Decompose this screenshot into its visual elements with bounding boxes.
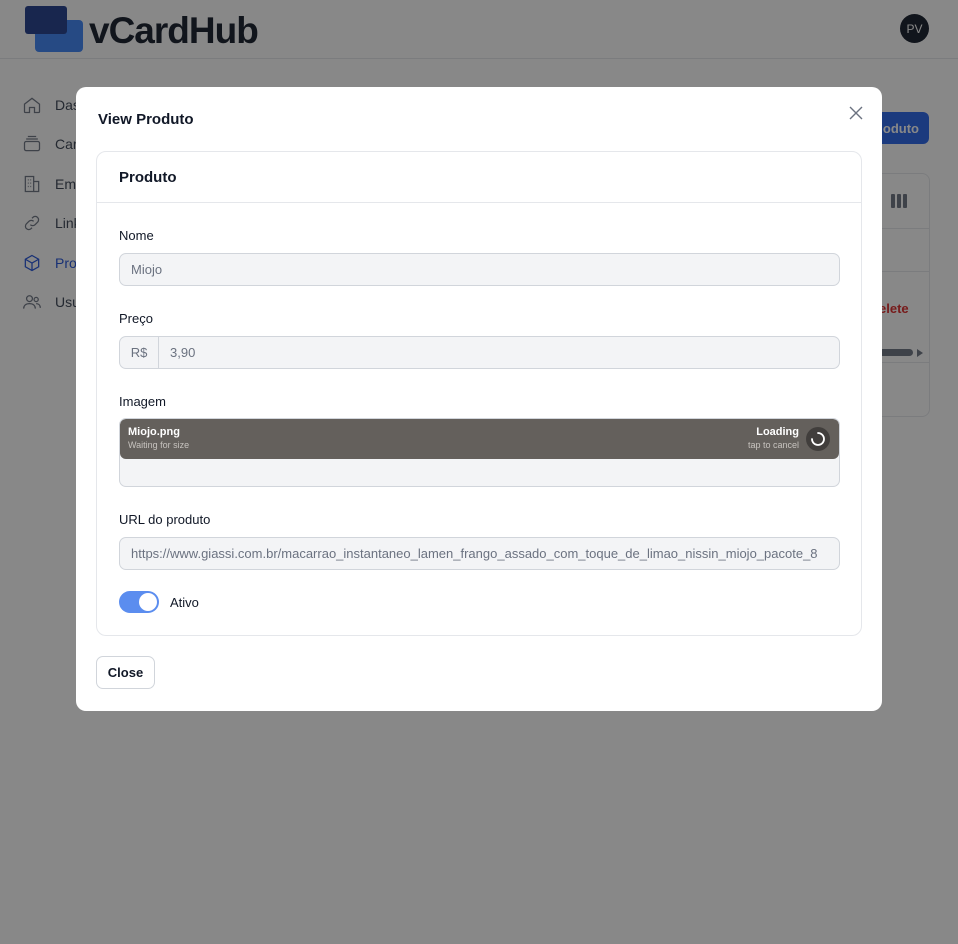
toggle-knob	[139, 593, 157, 611]
view-produto-modal: View Produto Produto Nome Preço R$ Image…	[76, 87, 882, 711]
image-upload-area[interactable]: Miojo.png Waiting for size Loading tap t…	[119, 418, 840, 487]
loading-status: Loading	[756, 426, 799, 438]
loading-spinner-icon[interactable]	[806, 427, 830, 451]
file-name: Miojo.png	[128, 426, 180, 438]
file-size-status: Waiting for size	[128, 440, 190, 450]
produto-section: Produto Nome Preço R$ Imagem Miojo.png W…	[96, 151, 878, 636]
preco-input[interactable]	[159, 337, 878, 368]
nome-input[interactable]	[120, 254, 839, 285]
preco-field[interactable]: R$	[119, 336, 878, 369]
currency-prefix: R$	[120, 337, 159, 368]
url-field[interactable]	[119, 537, 840, 570]
imagem-label: Imagem	[119, 394, 166, 409]
nome-field[interactable]	[119, 253, 840, 286]
nome-label: Nome	[119, 228, 154, 243]
section-divider	[97, 202, 861, 203]
url-label: URL do produto	[119, 512, 211, 527]
upload-file-item: Miojo.png Waiting for size Loading tap t…	[120, 419, 839, 459]
close-icon[interactable]	[848, 105, 864, 121]
ativo-label: Ativo	[170, 595, 199, 610]
cancel-hint[interactable]: tap to cancel	[748, 440, 799, 450]
section-title: Produto	[119, 169, 177, 186]
close-button[interactable]: Close	[96, 656, 155, 689]
ativo-toggle[interactable]	[119, 591, 159, 613]
modal-title: View Produto	[98, 111, 194, 128]
preco-label: Preço	[119, 311, 153, 326]
url-input[interactable]	[120, 538, 839, 569]
